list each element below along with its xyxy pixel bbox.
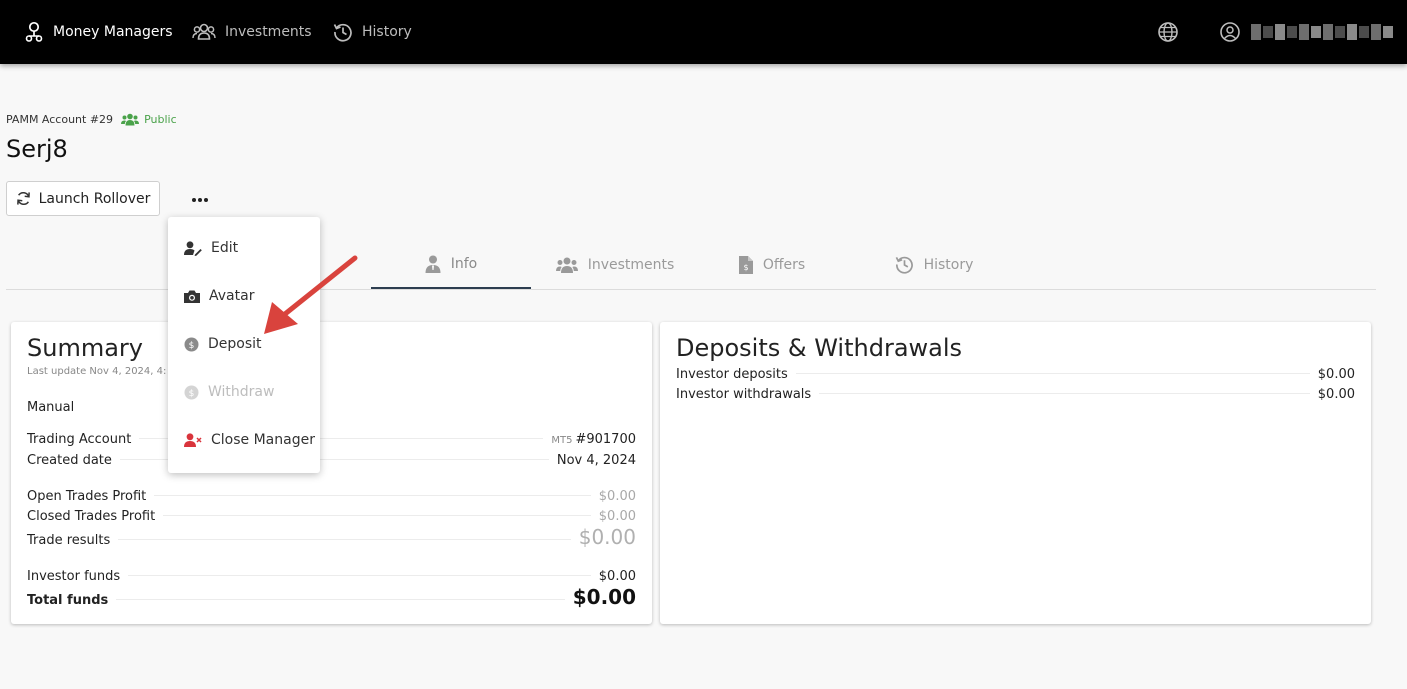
last-update: Last update Nov 4, 2024, 4: (27, 366, 167, 377)
closed-trades-profit-value: $0.00 (598, 509, 636, 524)
history-icon (895, 256, 913, 274)
trade-results-label: Trade results (27, 533, 111, 548)
nav-money-managers[interactable]: Money Managers (24, 0, 173, 64)
account-line: PAMM Account #29 Public (6, 113, 177, 126)
menu-item-avatar-label: Avatar (209, 288, 255, 304)
created-date-value: Nov 4, 2024 (556, 453, 636, 468)
svg-text:$: $ (189, 341, 195, 351)
ellipsis-icon (192, 198, 208, 202)
rollover-mode: Manual (27, 400, 75, 415)
history-icon (333, 23, 352, 42)
open-trades-profit-label: Open Trades Profit (27, 489, 147, 504)
menu-item-withdraw: $ Withdraw (168, 372, 320, 412)
globe-icon[interactable] (1157, 21, 1179, 43)
refresh-icon (16, 191, 30, 206)
trade-results-value: $0.00 (578, 525, 636, 549)
svg-text:$: $ (189, 389, 195, 399)
tab-history[interactable]: History (888, 240, 980, 289)
file-invoice-dollar-icon: $ (738, 255, 753, 274)
public-badge: Public (121, 113, 177, 126)
created-date-label: Created date (27, 453, 112, 468)
nav-history-label: History (362, 24, 412, 40)
total-funds-label: Total funds (27, 593, 109, 608)
summary-title: Summary (27, 334, 143, 362)
investor-withdrawals-row: Investor withdrawals $0.00 (676, 387, 1355, 402)
tab-info[interactable]: Info (371, 240, 531, 289)
closed-trades-profit-label: Closed Trades Profit (27, 509, 156, 524)
users-group-icon (192, 23, 216, 40)
more-actions-button[interactable] (188, 190, 212, 210)
top-navbar: Money Managers Investments History (0, 0, 1407, 64)
user-menu[interactable] (1219, 21, 1393, 43)
tab-info-label: Info (450, 255, 478, 272)
closed-trades-profit-row: Closed Trades Profit $0.00 (27, 509, 636, 524)
created-date-row: Created date Nov 4, 2024 (27, 453, 636, 468)
user-remove-icon (184, 432, 202, 447)
launch-rollover-button[interactable]: Launch Rollover (6, 181, 160, 216)
tab-history-label: History (923, 256, 974, 273)
page-title: Serj8 (6, 135, 68, 163)
deposits-withdrawals-title: Deposits & Withdrawals (676, 334, 963, 362)
annotation-arrow-icon (264, 255, 358, 334)
user-circle-icon (1220, 22, 1240, 42)
investor-withdrawals-value: $0.00 (1317, 387, 1355, 402)
investor-withdrawals-label: Investor withdrawals (676, 387, 812, 402)
nav-money-managers-label: Money Managers (53, 24, 173, 40)
tab-investments[interactable]: Investments (551, 240, 679, 289)
users-icon (555, 257, 578, 273)
launch-rollover-label: Launch Rollover (38, 190, 151, 207)
investor-deposits-value: $0.00 (1317, 367, 1355, 382)
public-label: Public (144, 113, 177, 126)
menu-item-close-manager-label: Close Manager (211, 432, 315, 448)
deposits-withdrawals-card: Deposits & Withdrawals Investor deposits… (660, 322, 1371, 624)
investor-funds-row: Investor funds $0.00 (27, 569, 636, 584)
open-trades-profit-value: $0.00 (598, 489, 636, 504)
users-icon (121, 113, 140, 126)
investor-deposits-label: Investor deposits (676, 367, 788, 382)
nav-investments[interactable]: Investments (192, 0, 312, 64)
dollar-coin-icon: $ (184, 385, 199, 399)
trade-results-row: Trade results $0.00 (27, 525, 636, 549)
total-funds-row: Total funds $0.00 (27, 585, 636, 609)
trading-account-row: Trading Account MT5 #901700 (27, 432, 636, 447)
investor-deposits-row: Investor deposits $0.00 (676, 367, 1355, 382)
summary-card: Summary Last update Nov 4, 2024, 4: Manu… (11, 322, 652, 624)
redacted-username (1251, 22, 1393, 42)
user-network-icon (25, 21, 43, 42)
open-trades-profit-row: Open Trades Profit $0.00 (27, 489, 636, 504)
menu-item-edit-label: Edit (211, 240, 239, 256)
user-tie-icon (425, 255, 441, 273)
nav-investments-label: Investments (225, 24, 312, 40)
user-edit-icon (184, 240, 202, 256)
menu-item-withdraw-label: Withdraw (208, 384, 275, 400)
svg-text:$: $ (743, 263, 748, 272)
account-label: PAMM Account #29 (6, 113, 114, 126)
platform-badge: MT5 (551, 435, 573, 446)
dollar-coin-icon: $ (184, 337, 199, 351)
nav-history[interactable]: History (333, 0, 412, 64)
investor-funds-value: $0.00 (598, 569, 636, 584)
tab-investments-label: Investments (587, 256, 675, 273)
total-funds-value: $0.00 (572, 585, 636, 609)
trading-account-label: Trading Account (27, 432, 132, 447)
tab-offers-label: Offers (762, 256, 806, 273)
menu-item-close-manager[interactable]: Close Manager (168, 420, 320, 460)
investor-funds-label: Investor funds (27, 569, 121, 584)
tab-offers[interactable]: $ Offers (733, 240, 811, 289)
camera-icon (184, 290, 200, 303)
menu-item-deposit-label: Deposit (208, 336, 262, 352)
trading-account-value: #901700 (575, 432, 636, 447)
